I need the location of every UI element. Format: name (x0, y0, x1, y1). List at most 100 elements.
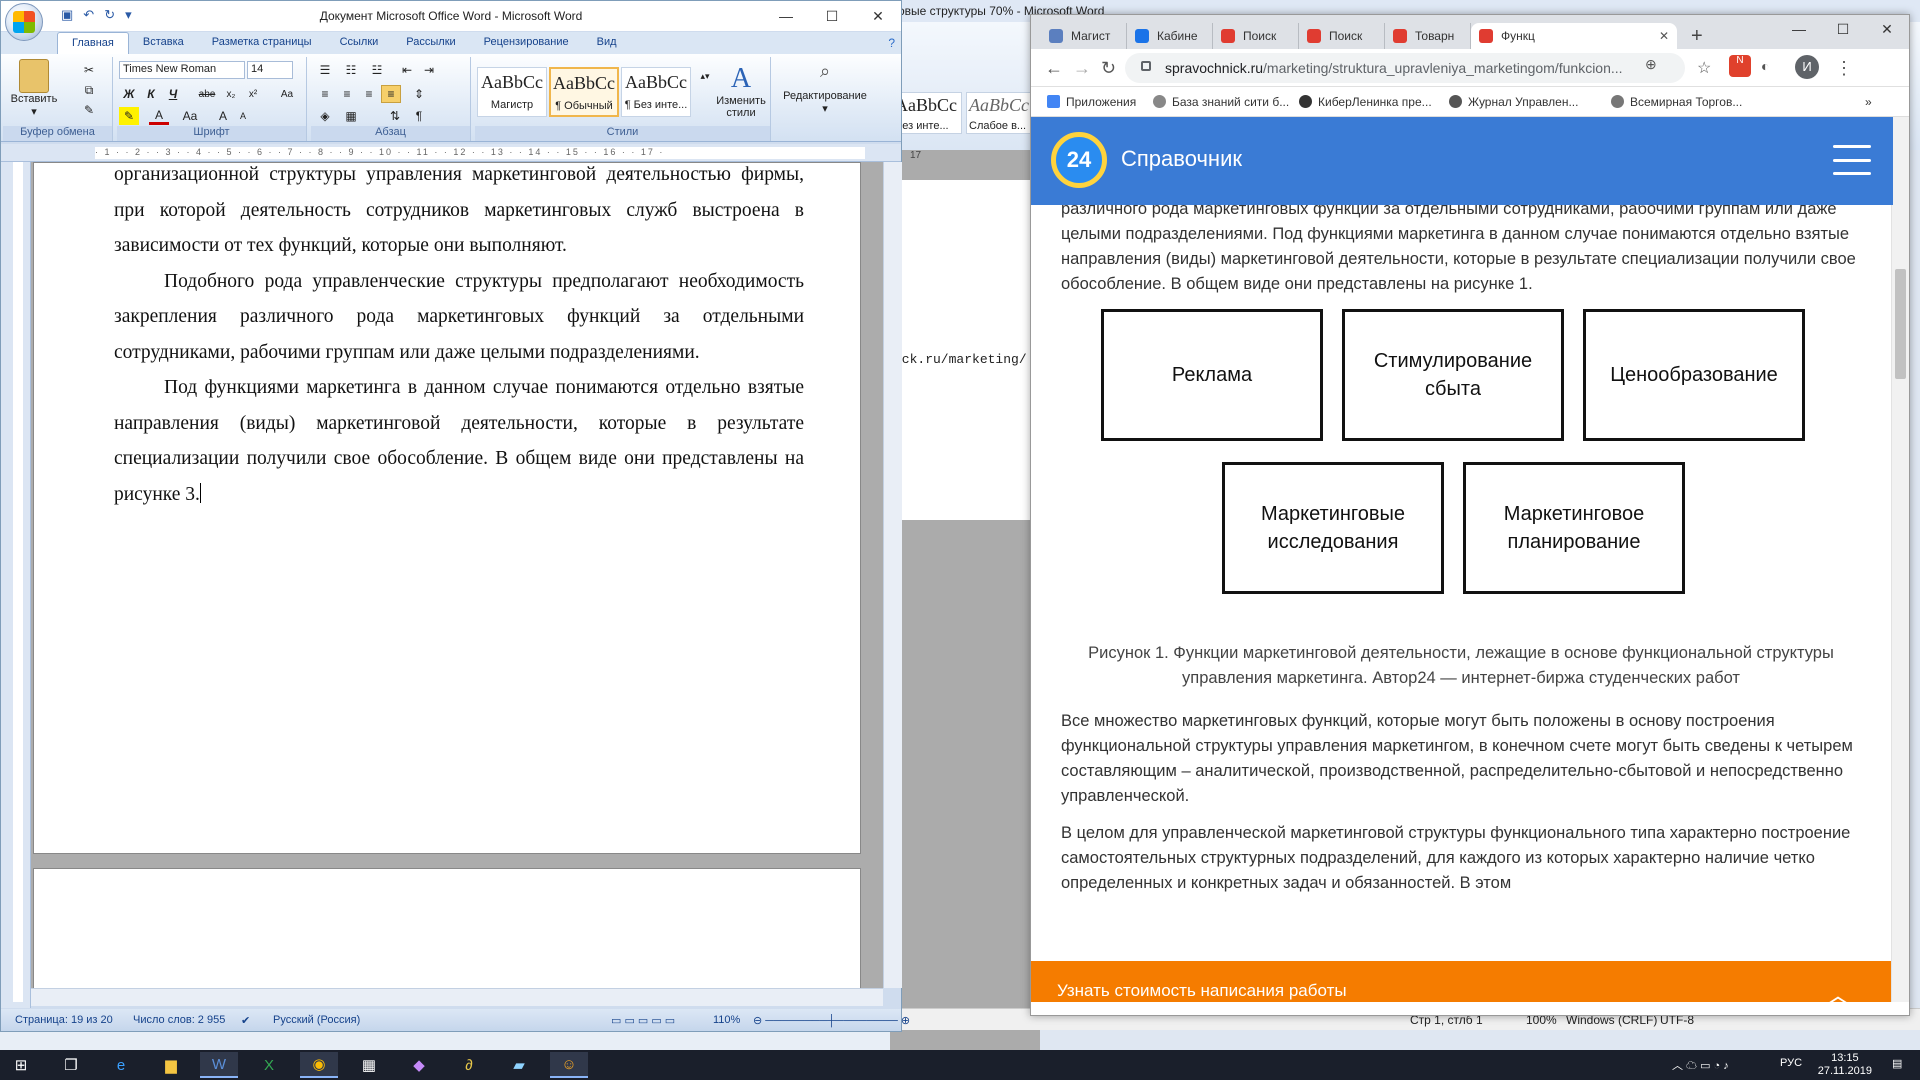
format-painter-icon[interactable]: ✎ (79, 101, 99, 119)
bold-button[interactable]: Ж (119, 85, 139, 103)
language-status[interactable]: Русский (Россия) (273, 1014, 360, 1026)
word-taskbar-icon[interactable]: W (200, 1052, 238, 1078)
word-count[interactable]: Число слов: 2 955 (133, 1014, 225, 1026)
font-name-combo[interactable]: Times New Roman (119, 61, 245, 79)
shading-icon[interactable]: ◈ (315, 107, 335, 125)
justify-icon[interactable]: ≡ (381, 85, 401, 103)
file-explorer-icon[interactable]: ▆ (152, 1052, 190, 1078)
sort-icon[interactable]: ⇅ (385, 107, 405, 125)
tab-functions-active[interactable]: Функц ✕ (1471, 23, 1677, 49)
underline-button[interactable]: Ч (163, 85, 183, 103)
chrome-minimize-button[interactable]: — (1777, 15, 1821, 43)
new-tab-button[interactable]: + (1691, 25, 1703, 48)
clear-format-icon[interactable]: Aa (277, 85, 297, 103)
style-no-spacing[interactable]: AaBbCc ¶ Без инте... (621, 67, 691, 117)
calculator-icon[interactable]: ▦ (350, 1052, 388, 1078)
notifications-icon[interactable]: ▤ (1892, 1057, 1902, 1070)
strikethrough-button[interactable]: abe (197, 85, 217, 103)
view-buttons[interactable]: ▭ ▭ ▭ ▭ ▭ (611, 1014, 675, 1027)
vertical-ruler[interactable] (1, 162, 31, 1008)
bullets-icon[interactable]: ☰ (315, 61, 335, 79)
bookmark-journal[interactable]: Журнал Управлен... (1449, 95, 1578, 109)
bookmark-apps[interactable]: Приложения (1047, 95, 1136, 109)
numbering-icon[interactable]: ☷ (341, 61, 361, 79)
styles-more-icon[interactable]: ▴▾ (695, 67, 715, 85)
bookmarks-overflow-icon[interactable]: » (1865, 95, 1872, 109)
maximize-button[interactable]: ☐ (809, 1, 855, 31)
app-icon[interactable]: ∂ (450, 1052, 488, 1078)
task-view-icon[interactable]: ❐ (52, 1052, 90, 1078)
borders-icon[interactable]: ▦ (341, 107, 361, 125)
line-spacing-icon[interactable]: ⇕ (409, 85, 429, 103)
align-left-icon[interactable]: ≡ (315, 85, 335, 103)
change-case-button[interactable]: Aa (177, 107, 203, 125)
bookmark-star-icon[interactable]: ☆ (1697, 58, 1711, 78)
app-2-icon[interactable]: ☺ (550, 1052, 588, 1078)
edge-icon[interactable]: e (102, 1052, 140, 1078)
tab-search-1[interactable]: Поиск (1213, 23, 1299, 49)
chevron-up-icon[interactable]: ︿ (1825, 975, 1851, 1002)
proofing-icon[interactable]: ✔ (241, 1014, 250, 1027)
reload-icon[interactable]: ↻ (1101, 58, 1116, 79)
paste-button[interactable]: Вставить ▾ (9, 59, 59, 118)
bookmark-cyberleninka[interactable]: КиберЛенинка пре... (1299, 95, 1432, 109)
background-style-2[interactable]: AaBbCc Слабое в... (966, 92, 1036, 134)
copy-icon[interactable]: ⧉ (79, 81, 99, 99)
extension-2-icon[interactable]: ◐ (1761, 58, 1769, 74)
chrome-close-button[interactable]: ✕ (1865, 15, 1909, 43)
profile-avatar[interactable]: И (1795, 55, 1819, 79)
font-color-button[interactable]: A (149, 107, 169, 125)
zoom-level[interactable]: 110% (713, 1014, 740, 1026)
help-icon[interactable]: ? (888, 36, 895, 50)
style-normal[interactable]: AaBbCc ¶ Обычный (549, 67, 619, 117)
cut-icon[interactable]: ✂ (79, 61, 99, 79)
tray-icons[interactable]: ︿ ☁ ▭ ◔ ♪ (1672, 1057, 1729, 1073)
subscript-button[interactable]: x₂ (221, 85, 241, 103)
document-text[interactable]: организационной структуры управления мар… (114, 162, 804, 512)
site-logo-text[interactable]: Справочник (1121, 146, 1242, 172)
style-magistr[interactable]: AaBbCc Магистр (477, 67, 547, 117)
chrome-maximize-button[interactable]: ☐ (1821, 15, 1865, 43)
change-styles-button[interactable]: A Изменить стили (713, 63, 769, 119)
minimize-button[interactable]: — (763, 1, 809, 31)
bookmark-wto[interactable]: Всемирная Торгов... (1611, 95, 1742, 109)
tab-view[interactable]: Вид (583, 32, 631, 54)
page-count[interactable]: Страница: 19 из 20 (15, 1014, 113, 1026)
shrink-font-button[interactable]: A (233, 107, 253, 125)
italic-button[interactable]: К (141, 85, 161, 103)
tab-cabinet[interactable]: Кабине (1127, 23, 1213, 49)
document-next-page[interactable] (33, 868, 861, 988)
tab-mailings[interactable]: Рассылки (392, 32, 469, 54)
show-marks-button[interactable]: ¶ (409, 107, 429, 125)
font-size-combo[interactable]: 14 (247, 61, 293, 79)
horizontal-ruler[interactable]: · 1 · · 2 · · 3 · · 4 · · 5 · · 6 · · 7 … (1, 144, 901, 162)
decrease-indent-icon[interactable]: ⇤ (397, 61, 417, 79)
notepad-icon[interactable]: ▰ (500, 1052, 538, 1078)
chrome-taskbar-icon[interactable]: ◉ (300, 1052, 338, 1078)
paint-icon[interactable]: ◆ (400, 1052, 438, 1078)
page-scrollbar[interactable] (1891, 117, 1909, 1002)
increase-indent-icon[interactable]: ⇥ (419, 61, 439, 79)
scrollbar-thumb[interactable] (1895, 269, 1906, 379)
close-tab-icon[interactable]: ✕ (1659, 29, 1669, 43)
site-logo[interactable]: 24 (1051, 132, 1107, 188)
system-clock[interactable]: 13:15 27.11.2019 (1818, 1052, 1872, 1078)
office-button[interactable] (5, 3, 43, 41)
tab-review[interactable]: Рецензирование (470, 32, 583, 54)
excel-taskbar-icon[interactable]: X (250, 1052, 288, 1078)
highlight-icon[interactable]: ✎ (119, 107, 139, 125)
chrome-menu-icon[interactable]: ⋮ (1835, 58, 1853, 79)
document-horizontal-scrollbar[interactable] (31, 988, 883, 1006)
tab-magistr[interactable]: Магист (1041, 23, 1127, 49)
tab-page-layout[interactable]: Разметка страницы (198, 32, 326, 54)
document-page[interactable]: организационной структуры управления мар… (33, 162, 861, 854)
zoom-icon[interactable]: ⊕ (1645, 56, 1657, 73)
address-bar[interactable]: spravochnick.ru/marketing/struktura_upra… (1125, 53, 1685, 83)
close-button[interactable]: ✕ (855, 1, 901, 31)
background-style-1[interactable]: AaBbCc Без инте... (892, 92, 962, 134)
zoom-slider[interactable]: ⊖ ────────┼──────── ⊕ (753, 1014, 910, 1027)
start-windows-icon[interactable]: ⊞ (2, 1052, 40, 1078)
tab-insert[interactable]: Вставка (129, 32, 198, 54)
language-indicator[interactable]: РУС (1780, 1057, 1802, 1069)
extension-icon[interactable]: N (1729, 55, 1751, 77)
